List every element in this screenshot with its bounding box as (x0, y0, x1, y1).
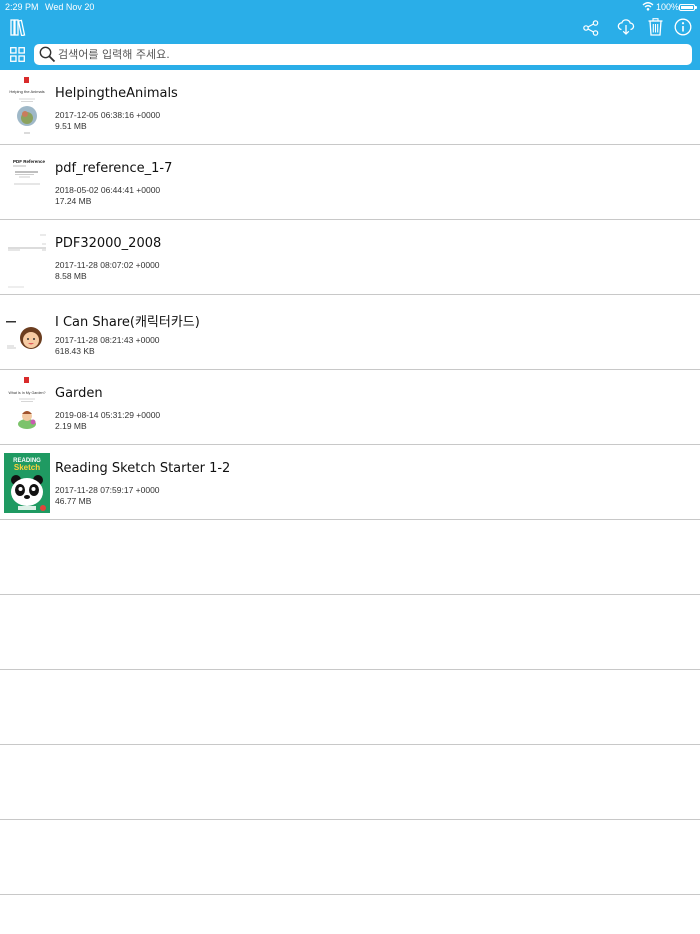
pdf-thumbnail (4, 301, 50, 363)
file-name: PDF32000_2008 (55, 236, 162, 251)
file-size: 618.43 KB (55, 346, 95, 356)
file-size: 2.19 MB (55, 421, 87, 431)
search-bar (34, 44, 692, 65)
pdf-thumbnail (4, 226, 50, 288)
file-row-garden[interactable]: What Is In My Garden? Garden 2019-08-14 … (0, 370, 700, 445)
file-row-pdf32000[interactable]: PDF32000_2008 2017-11-28 08:07:02 +0000 … (0, 220, 700, 295)
file-row-reading-sketch[interactable]: READING Sketch Reading Sketch Starter 1-… (0, 445, 700, 520)
file-date: 2017-11-28 08:21:43 +0000 (55, 335, 160, 345)
grid-view-icon[interactable] (10, 47, 25, 62)
file-date: 2018-05-02 06:44:41 +0000 (55, 185, 161, 195)
battery-icon (679, 4, 697, 11)
thumb-title: Helping the Animals (9, 89, 44, 94)
file-row-pdf-reference[interactable]: PDF Reference pdf_reference_1-7 2018-05-… (0, 145, 700, 220)
empty-row (0, 745, 700, 820)
wifi-icon (642, 2, 654, 11)
status-bar: 2:29 PM Wed Nov 20 100% (0, 2, 700, 14)
file-name: pdf_reference_1-7 (55, 161, 173, 176)
file-date: 2017-11-28 07:59:17 +0000 (55, 485, 160, 495)
search-icon (39, 46, 56, 63)
battery-percent: 100% (656, 2, 680, 12)
status-date: Wed Nov 20 (45, 2, 95, 12)
pdf-thumbnail: What Is In My Garden? (4, 376, 50, 438)
empty-row (0, 595, 700, 670)
file-date: 2017-12-05 06:38:16 +0000 (55, 110, 161, 120)
thumb-subtitle: Sketch (14, 463, 40, 472)
file-name: HelpingtheAnimals (55, 86, 178, 101)
empty-row (0, 820, 700, 895)
file-row-helpingtheanimals[interactable]: Helping the Animals HelpingtheAnimals 20… (0, 70, 700, 145)
book-cover-thumbnail: READING Sketch (4, 453, 50, 513)
cloud-download-icon[interactable] (617, 18, 635, 36)
books-icon[interactable] (10, 18, 26, 36)
file-name: I Can Share(캐릭터카드) (55, 315, 200, 330)
top-toolbar: 2:29 PM Wed Nov 20 100% (0, 0, 700, 70)
file-size: 46.77 MB (55, 496, 92, 506)
file-row-i-can-share[interactable]: I Can Share(캐릭터카드) 2017-11-28 08:21:43 +… (0, 295, 700, 370)
share-icon[interactable] (583, 20, 599, 36)
file-name: Reading Sketch Starter 1-2 (55, 461, 231, 476)
file-size: 8.58 MB (55, 271, 87, 281)
pdf-thumbnail: Helping the Animals (4, 76, 50, 138)
file-size: 9.51 MB (55, 121, 87, 131)
file-name: Garden (55, 386, 103, 401)
empty-row (0, 670, 700, 745)
thumb-title: PDF Reference (13, 159, 46, 164)
pdf-thumbnail: PDF Reference (4, 151, 50, 213)
info-icon[interactable] (674, 18, 692, 36)
status-time: 2:29 PM (5, 2, 39, 12)
trash-icon[interactable] (648, 18, 663, 36)
empty-row (0, 520, 700, 595)
thumb-title: What Is In My Garden? (9, 391, 46, 395)
file-date: 2019-08-14 05:31:29 +0000 (55, 410, 161, 420)
file-date: 2017-11-28 08:07:02 +0000 (55, 260, 160, 270)
search-input[interactable] (58, 45, 678, 64)
file-size: 17.24 MB (55, 196, 92, 206)
